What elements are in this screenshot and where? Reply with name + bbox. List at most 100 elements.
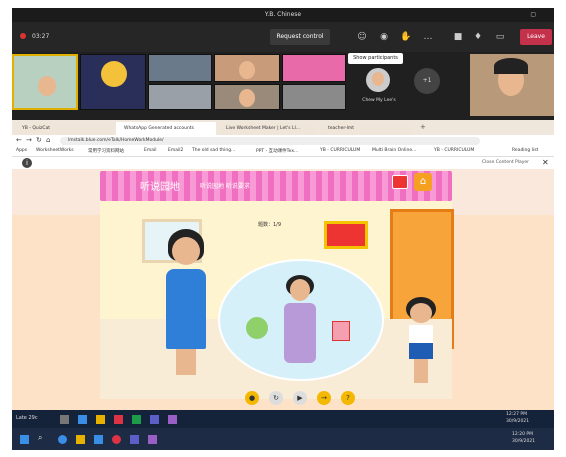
thought-bubble: [218, 259, 384, 381]
participant-tile[interactable]: [282, 84, 346, 110]
app-icon[interactable]: [132, 415, 141, 424]
toolbox-icon[interactable]: [392, 175, 408, 189]
girl-shirt: [409, 325, 433, 345]
participant-tile[interactable]: [214, 84, 280, 110]
next-arrow-icon[interactable]: →: [317, 391, 331, 405]
request-control-button[interactable]: Request control: [270, 29, 330, 45]
reload-icon[interactable]: ↻: [36, 136, 42, 144]
participant-tile[interactable]: [214, 54, 280, 82]
meeting-timer: 03:27: [32, 33, 50, 40]
wall-calendar: [324, 221, 368, 249]
bookmark-item[interactable]: Multi Brain Online...: [372, 148, 416, 153]
app-icon[interactable]: [130, 435, 139, 444]
participants-icon[interactable]: ☺: [356, 31, 368, 43]
app-icon[interactable]: [150, 415, 159, 424]
teams-title-bar: Y.B. Chinese ▢: [12, 8, 554, 22]
record-icon: [20, 33, 26, 39]
bookmark-item[interactable]: Apps: [16, 148, 27, 153]
control-row: ● ↻ ▶ → ?: [237, 391, 357, 407]
bookmark-item[interactable]: Reading list: [512, 148, 538, 153]
avatar[interactable]: [366, 68, 390, 92]
participant-name: Chew My Lee's: [362, 98, 396, 103]
game-subtitle: 听说园地 听说要求: [200, 183, 250, 190]
browser-tab-active[interactable]: WhatsApp Generated accounts: [116, 122, 216, 135]
bookmark-item[interactable]: The old sad thing...: [192, 148, 235, 153]
participant-tile[interactable]: [12, 54, 78, 110]
teacher-legs: [176, 349, 196, 375]
close-content-player[interactable]: Close Content Player: [482, 160, 529, 165]
search-icon[interactable]: ⌕: [38, 433, 42, 443]
girl-figure: [404, 297, 438, 387]
app-icon[interactable]: [76, 435, 85, 444]
teams-meeting-bar: 03:27 Request control ☺ ◉ ✋ … ■ ♦ ▭ Leav…: [12, 22, 554, 52]
app-icon[interactable]: [114, 415, 123, 424]
bookmark-item[interactable]: 常用学习资料网站: [88, 148, 124, 154]
maximize-icon[interactable]: ▢: [530, 8, 536, 22]
bookmark-item[interactable]: YB - CURRICULUM: [320, 148, 360, 153]
taskbar-date: 30/9/2021: [506, 419, 530, 424]
participant-strip: Show participants Chew My Lee's +1: [12, 52, 554, 120]
replay-icon[interactable]: ↻: [269, 391, 283, 405]
home-house-icon[interactable]: ⌂: [414, 173, 432, 191]
weather-widget[interactable]: Late 29c: [16, 415, 38, 421]
content-player-bar: i Close Content Player ✕: [12, 157, 554, 169]
bookmark-item[interactable]: WorksheetWorks: [36, 148, 74, 153]
presenter-hair: [494, 58, 528, 74]
app-icon[interactable]: [168, 415, 177, 424]
new-tab-icon[interactable]: +: [420, 123, 426, 131]
close-icon[interactable]: ✕: [542, 158, 549, 167]
teacher-dress: [166, 269, 206, 349]
forward-icon[interactable]: →: [26, 136, 32, 144]
more-icon[interactable]: …: [422, 31, 434, 43]
leave-button[interactable]: Leave: [520, 29, 552, 45]
gift-box: [332, 321, 350, 341]
participant-tile[interactable]: [148, 54, 212, 82]
camera-icon[interactable]: ■: [452, 31, 464, 43]
plant-pot: [246, 317, 268, 339]
girl-skirt: [409, 343, 433, 359]
question-counter: 题数：1/9: [258, 222, 282, 228]
address-bar: ← → ↻ ⌂ lmstalk.blue.com/eTalk/HomeWorkM…: [12, 135, 554, 147]
bookmark-item[interactable]: YB - CURRICULUM: [434, 148, 474, 153]
teacher-figure: [162, 229, 210, 379]
app-icon[interactable]: [112, 435, 121, 444]
help-icon[interactable]: ?: [341, 391, 355, 405]
tab-strip: YB - QuizCat WhatsApp Generated accounts…: [12, 120, 554, 135]
url-field[interactable]: lmstalk.blue.com/eTalk/HomeWorkModule/: [60, 137, 480, 145]
task-view-icon[interactable]: [60, 415, 69, 424]
play-icon[interactable]: ▶: [293, 391, 307, 405]
bookmark-item[interactable]: PPT - 互动课件Tex...: [256, 148, 298, 154]
app-icon[interactable]: [94, 435, 103, 444]
woman-face: [290, 279, 310, 301]
app-icon[interactable]: [58, 435, 67, 444]
app-icon[interactable]: [96, 415, 105, 424]
share-icon[interactable]: ▭: [494, 31, 506, 43]
bookmark-item[interactable]: Email2: [168, 148, 183, 153]
inner-taskbar: Late 29c 12:27 PM 30/9/2021: [12, 410, 554, 428]
windows-start-icon[interactable]: [20, 435, 29, 444]
participant-tile[interactable]: [80, 54, 146, 110]
participant-face: [372, 72, 384, 86]
girl-legs: [414, 359, 428, 383]
browser-tab[interactable]: Live Worksheet Maker | Let's LI...: [218, 122, 318, 135]
participant-tile[interactable]: [282, 54, 346, 82]
overflow-count[interactable]: +1: [414, 68, 440, 94]
home-icon[interactable]: ⌂: [46, 136, 50, 144]
game-title: 听说园地: [140, 182, 180, 193]
app-icon[interactable]: [78, 415, 87, 424]
presenter-video[interactable]: [470, 54, 554, 116]
bookmark-item[interactable]: Email: [144, 148, 157, 153]
chat-icon[interactable]: ◉: [378, 31, 390, 43]
game-scene: 听说园地 听说园地 听说要求 ⌂ 题数：1/9 ● ↻ ▶ → ?: [12, 169, 554, 410]
reactions-icon[interactable]: ✋: [400, 31, 412, 43]
taskbar-time: 12:27 PM: [506, 412, 527, 417]
app-icon[interactable]: [148, 435, 157, 444]
browser-tab[interactable]: teacher-lmt: [320, 122, 414, 135]
back-icon[interactable]: ←: [16, 136, 22, 144]
mic-icon[interactable]: ♦: [472, 31, 484, 43]
participant-tile[interactable]: [148, 84, 212, 110]
microphone-icon[interactable]: ●: [245, 391, 259, 405]
browser-tab[interactable]: YB - QuizCat: [14, 122, 114, 135]
info-icon[interactable]: i: [22, 158, 32, 168]
show-participants-tooltip: Show participants: [348, 53, 403, 64]
